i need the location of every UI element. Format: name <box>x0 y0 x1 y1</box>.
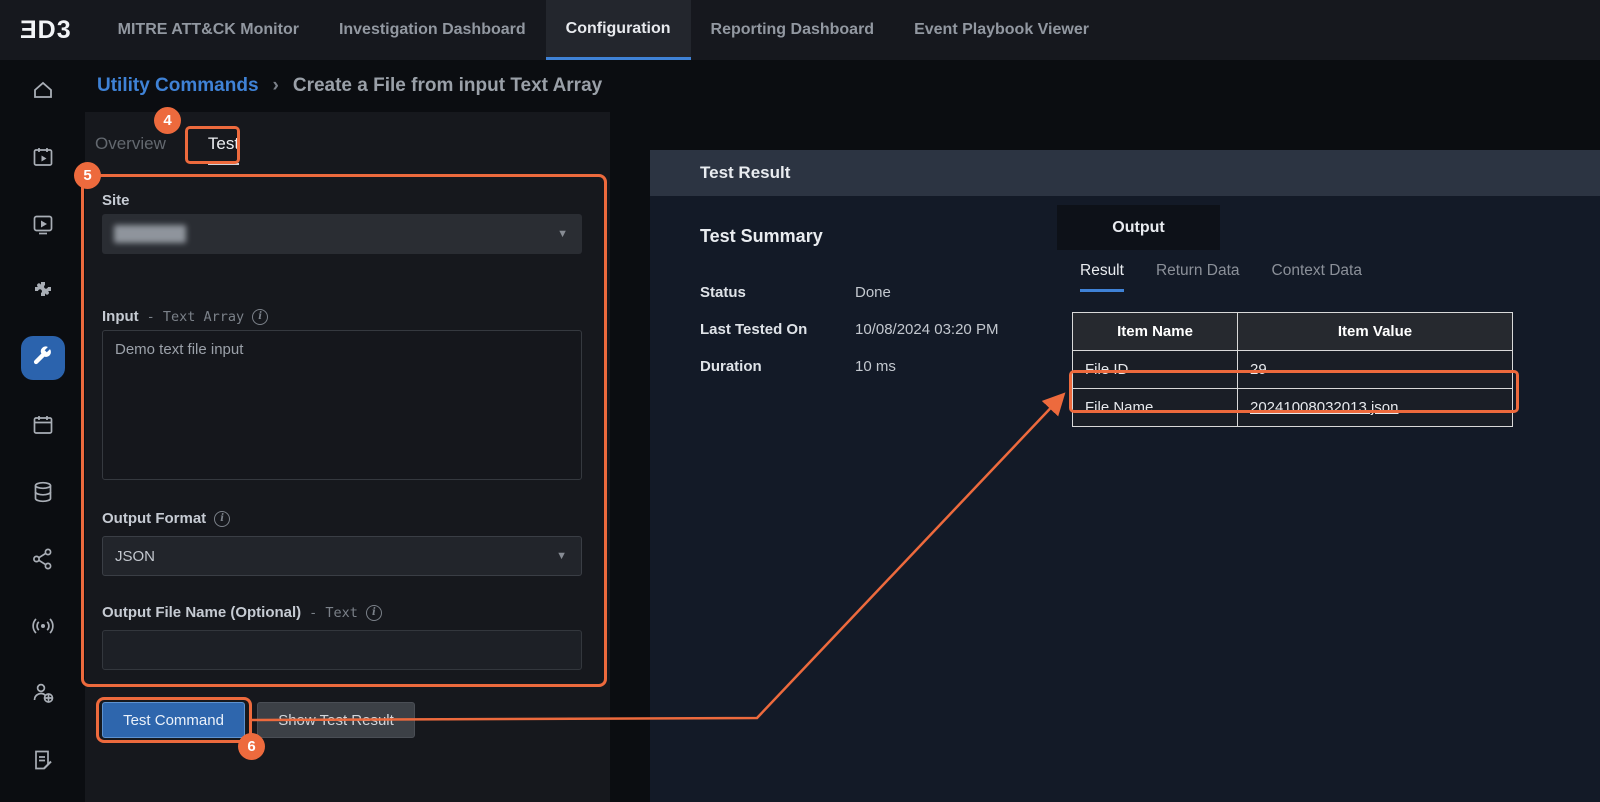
command-test-panel: Overview Test Site ▼ Input - Text Array … <box>85 112 610 802</box>
calendar-icon[interactable] <box>21 403 65 447</box>
file-name-name-cell: File Name <box>1073 389 1238 427</box>
share-nodes-icon[interactable] <box>21 537 65 581</box>
output-file-name-label: Output File Name (Optional) - Text i <box>102 604 382 621</box>
database-icon[interactable] <box>21 470 65 514</box>
test-summary: Status Done Last Tested On 10/08/2024 03… <box>700 284 998 395</box>
breadcrumb: Utility Commands › Create a File from in… <box>97 60 602 112</box>
test-command-button[interactable]: Test Command <box>102 702 245 738</box>
site-value-redacted <box>114 225 186 243</box>
file-name-value-cell: 20241008032013.json <box>1238 389 1513 427</box>
d3-logo[interactable]: ƎD3 <box>0 0 98 60</box>
wrench-icon[interactable] <box>21 336 65 380</box>
user-globe-icon[interactable] <box>21 671 65 715</box>
site-dropdown[interactable]: ▼ <box>102 214 582 254</box>
puzzle-icon[interactable] <box>21 269 65 313</box>
input-type-hint: - Text Array <box>147 309 245 325</box>
test-result-header: Test Result <box>650 150 1600 196</box>
table-row-file-id: File ID 29 <box>1073 351 1513 389</box>
annotation-badge-5: 5 <box>74 162 101 189</box>
col-item-value: Item Value <box>1238 313 1513 351</box>
info-icon[interactable]: i <box>252 309 268 325</box>
input-textarea[interactable]: Demo text file input <box>102 330 582 480</box>
output-file-name-type-hint: - Text <box>309 605 358 621</box>
page-title: Create a File from input Text Array <box>293 75 602 97</box>
test-result-body: Test Summary Status Done Last Tested On … <box>650 196 1600 802</box>
input-label: Input - Text Array i <box>102 308 268 325</box>
summary-row-status: Status Done <box>700 284 998 321</box>
col-item-name: Item Name <box>1073 313 1238 351</box>
tab-test[interactable]: Test <box>208 134 239 165</box>
subtab-return-data[interactable]: Return Data <box>1156 262 1240 292</box>
breadcrumb-separator: › <box>273 75 279 97</box>
panel-tabs: Overview Test <box>95 134 239 165</box>
output-format-dropdown[interactable]: JSON ▼ <box>102 536 582 576</box>
result-table: Item Name Item Value File ID 29 File Nam… <box>1072 312 1513 427</box>
summary-row-duration: Duration 10 ms <box>700 358 998 395</box>
summary-row-last-tested: Last Tested On 10/08/2024 03:20 PM <box>700 321 998 358</box>
nav-reporting-dashboard[interactable]: Reporting Dashboard <box>691 0 895 60</box>
video-play-icon[interactable] <box>21 202 65 246</box>
main-nav: MITRE ATT&CK Monitor Investigation Dashb… <box>98 0 1109 60</box>
info-icon[interactable]: i <box>366 605 382 621</box>
table-row-file-name: File Name 20241008032013.json <box>1073 389 1513 427</box>
breadcrumb-parent-link[interactable]: Utility Commands <box>97 75 259 97</box>
nav-investigation-dashboard[interactable]: Investigation Dashboard <box>319 0 546 60</box>
icon-sidebar <box>0 60 85 802</box>
chevron-down-icon: ▼ <box>557 228 568 240</box>
nav-mitre-attack-monitor[interactable]: MITRE ATT&CK Monitor <box>98 0 319 60</box>
nav-event-playbook-viewer[interactable]: Event Playbook Viewer <box>894 0 1109 60</box>
test-result-panel: Test Result Test Summary Status Done Las… <box>650 150 1600 802</box>
file-id-name-cell: File ID <box>1073 351 1238 389</box>
file-name-link[interactable]: 20241008032013.json <box>1250 399 1398 416</box>
output-file-name-field <box>102 630 582 670</box>
last-tested-value: 10/08/2024 03:20 PM <box>855 321 998 338</box>
output-format-value: JSON <box>115 548 155 565</box>
info-icon[interactable]: i <box>214 511 230 527</box>
chevron-down-icon: ▼ <box>556 550 567 562</box>
annotation-badge-4: 4 <box>154 107 181 134</box>
nav-configuration[interactable]: Configuration <box>546 0 691 60</box>
app-window: ƎD3 MITRE ATT&CK Monitor Investigation D… <box>0 0 1600 802</box>
broadcast-icon[interactable] <box>21 604 65 648</box>
test-summary-title: Test Summary <box>700 226 823 247</box>
calendar-play-icon[interactable] <box>21 135 65 179</box>
table-header-row: Item Name Item Value <box>1073 313 1513 351</box>
top-navbar: ƎD3 MITRE ATT&CK Monitor Investigation D… <box>0 0 1600 60</box>
subtab-context-data[interactable]: Context Data <box>1272 262 1362 292</box>
file-id-value-cell: 29 <box>1238 351 1513 389</box>
status-value: Done <box>855 284 891 301</box>
show-test-result-button[interactable]: Show Test Result <box>257 702 415 738</box>
output-format-label: Output Format i <box>102 510 230 527</box>
output-sub-tabs: Result Return Data Context Data <box>1080 262 1362 292</box>
subtab-result[interactable]: Result <box>1080 262 1124 292</box>
annotation-badge-6: 6 <box>238 733 265 760</box>
output-file-name-input[interactable] <box>115 641 569 660</box>
tab-output[interactable]: Output <box>1057 205 1220 250</box>
tab-overview[interactable]: Overview <box>95 134 166 165</box>
home-icon[interactable] <box>21 68 65 112</box>
duration-value: 10 ms <box>855 358 896 375</box>
site-label: Site <box>102 192 130 209</box>
document-pen-icon[interactable] <box>21 738 65 782</box>
